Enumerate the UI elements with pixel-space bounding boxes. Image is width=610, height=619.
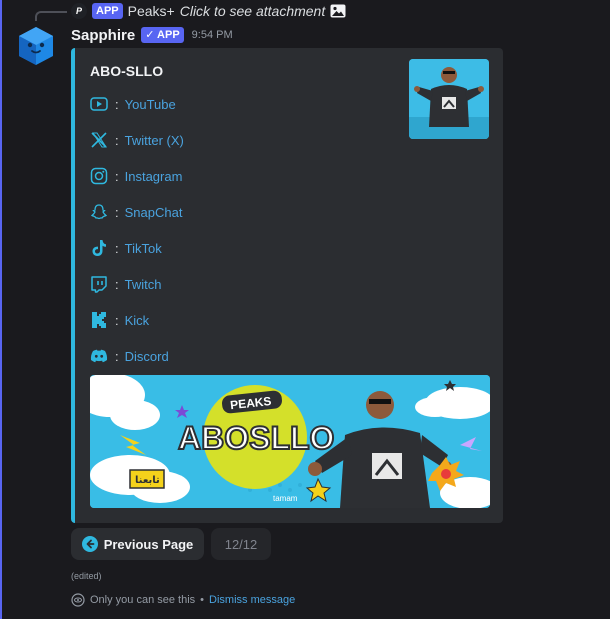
reply-avatar[interactable]: P	[71, 3, 87, 19]
banner-name-text: ABOSLLO	[178, 420, 334, 456]
timestamp[interactable]: 9:54 PM	[192, 29, 233, 41]
instagram-link[interactable]: Instagram	[125, 169, 183, 184]
reply-spine	[35, 11, 67, 21]
ephemeral-notice: Only you can see this • Dismiss message	[71, 593, 295, 607]
username[interactable]: Sapphire	[71, 27, 135, 44]
tiktok-link[interactable]: TikTok	[125, 241, 162, 256]
tiktok-icon	[89, 238, 109, 258]
reply-reference[interactable]: P APP Peaks+ Click to see attachment	[71, 2, 346, 20]
embed-banner-image[interactable]: PEAKS ABOSLLO تابعنا tamam	[90, 375, 490, 508]
unread-indicator-bar	[0, 0, 2, 619]
twitch-icon	[89, 274, 109, 294]
link-discord: : Discord	[89, 338, 184, 374]
app-tag: ✓ APP	[141, 27, 184, 43]
discord-icon	[89, 346, 109, 366]
page-indicator-button[interactable]: 12/12	[211, 528, 271, 560]
arrow-left-icon	[81, 536, 98, 552]
message-header: Sapphire ✓ APP 9:54 PM	[71, 24, 233, 46]
banner-artwork: PEAKS ABOSLLO تابعنا tamam	[90, 375, 490, 508]
page-indicator-label: 12/12	[224, 536, 258, 552]
reply-preview-text[interactable]: Click to see attachment	[180, 3, 326, 19]
previous-page-button[interactable]: Previous Page	[71, 528, 204, 560]
bullet-separator: •	[200, 594, 205, 606]
banner-arabic-text: تابعنا	[135, 475, 160, 486]
previous-page-label: Previous Page	[103, 536, 194, 552]
link-kick: : Kick	[89, 302, 184, 338]
youtube-icon	[89, 94, 109, 114]
snapchat-link[interactable]: SnapChat	[125, 205, 183, 220]
embed-thumbnail[interactable]	[409, 59, 489, 139]
link-snapchat: : SnapChat	[89, 194, 184, 230]
reply-author-name[interactable]: Peaks+	[128, 3, 175, 19]
link-youtube: : YouTube	[89, 86, 184, 122]
embed-title: ABO-SLLO	[90, 63, 164, 79]
only-you-text: Only you can see this	[90, 594, 196, 606]
edited-label: (edited)	[71, 571, 102, 581]
thumbnail-portrait	[409, 59, 489, 139]
reply-app-tag: APP	[92, 3, 123, 19]
link-instagram: : Instagram	[89, 158, 184, 194]
social-links-list: : YouTube : Twitter (X) : Instagram : Sn…	[89, 86, 184, 374]
banner-brand-text: tamam	[273, 494, 298, 503]
embed-card: ABO-SLLO : YouTube : Twitter (X): Insta…	[71, 48, 503, 523]
twitter-link[interactable]: Twitter (X)	[125, 133, 184, 148]
link-twitch: : Twitch	[89, 266, 184, 302]
kick-icon	[89, 310, 109, 330]
sapphire-avatar[interactable]	[16, 26, 56, 66]
link-tiktok: : TikTok	[89, 230, 184, 266]
discord-link[interactable]: Discord	[125, 349, 169, 364]
kick-link[interactable]: Kick	[125, 313, 150, 328]
link-twitter: : Twitter (X)	[89, 122, 184, 158]
twitter-x-icon	[89, 130, 109, 150]
image-attachment-icon	[330, 4, 346, 18]
twitch-link[interactable]: Twitch	[125, 277, 162, 292]
youtube-link[interactable]: YouTube	[125, 97, 176, 112]
eye-icon	[71, 593, 85, 607]
dismiss-message-link[interactable]: Dismiss message	[209, 594, 295, 606]
snapchat-icon	[89, 202, 109, 222]
instagram-icon	[89, 166, 109, 186]
